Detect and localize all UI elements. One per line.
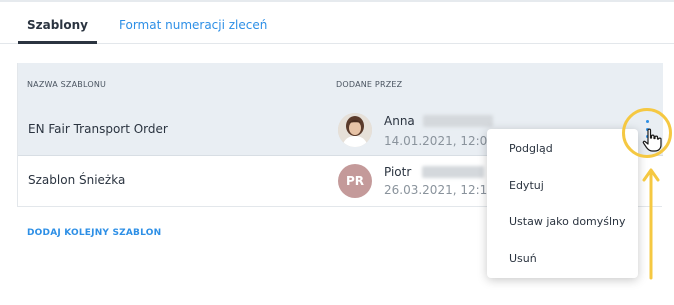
template-name: EN Fair Transport Order bbox=[28, 122, 168, 136]
tab-templates[interactable]: Szablony bbox=[18, 18, 97, 44]
hand-cursor-icon bbox=[642, 128, 662, 152]
redacted-surname bbox=[422, 166, 484, 178]
added-date: 14.01.2021, 12:00 bbox=[384, 134, 495, 148]
column-header-template-name: NAZWA SZABLONU bbox=[27, 80, 107, 89]
user-name: Piotr bbox=[384, 165, 412, 179]
menu-item-preview[interactable]: Podgląd bbox=[509, 142, 553, 155]
avatar: PR bbox=[338, 164, 372, 198]
user-name: Anna bbox=[384, 114, 415, 128]
menu-item-edit[interactable]: Edytuj bbox=[509, 179, 544, 192]
table-header: NAZWA SZABLONU DODANE PRZEZ bbox=[18, 63, 663, 103]
tab-bar: Szablony Format numeracji zleceń bbox=[0, 0, 674, 44]
redacted-surname bbox=[423, 115, 493, 127]
template-name: Szablon Śnieżka bbox=[28, 173, 126, 187]
avatar bbox=[338, 113, 372, 147]
add-template-link[interactable]: DODAJ KOLEJNY SZABLON bbox=[27, 228, 161, 238]
added-date: 26.03.2021, 12:16 bbox=[384, 183, 495, 197]
menu-item-delete[interactable]: Usuń bbox=[509, 252, 537, 265]
arrow-up-icon bbox=[642, 168, 660, 280]
row-actions-menu: Podgląd Edytuj Ustaw jako domyślny Usuń bbox=[487, 129, 638, 278]
menu-item-set-default[interactable]: Ustaw jako domyślny bbox=[509, 215, 626, 228]
column-header-added-by: DODANE PRZEZ bbox=[336, 80, 403, 89]
tab-order-numbering-format[interactable]: Format numeracji zleceń bbox=[119, 18, 267, 32]
user-photo bbox=[338, 113, 372, 147]
